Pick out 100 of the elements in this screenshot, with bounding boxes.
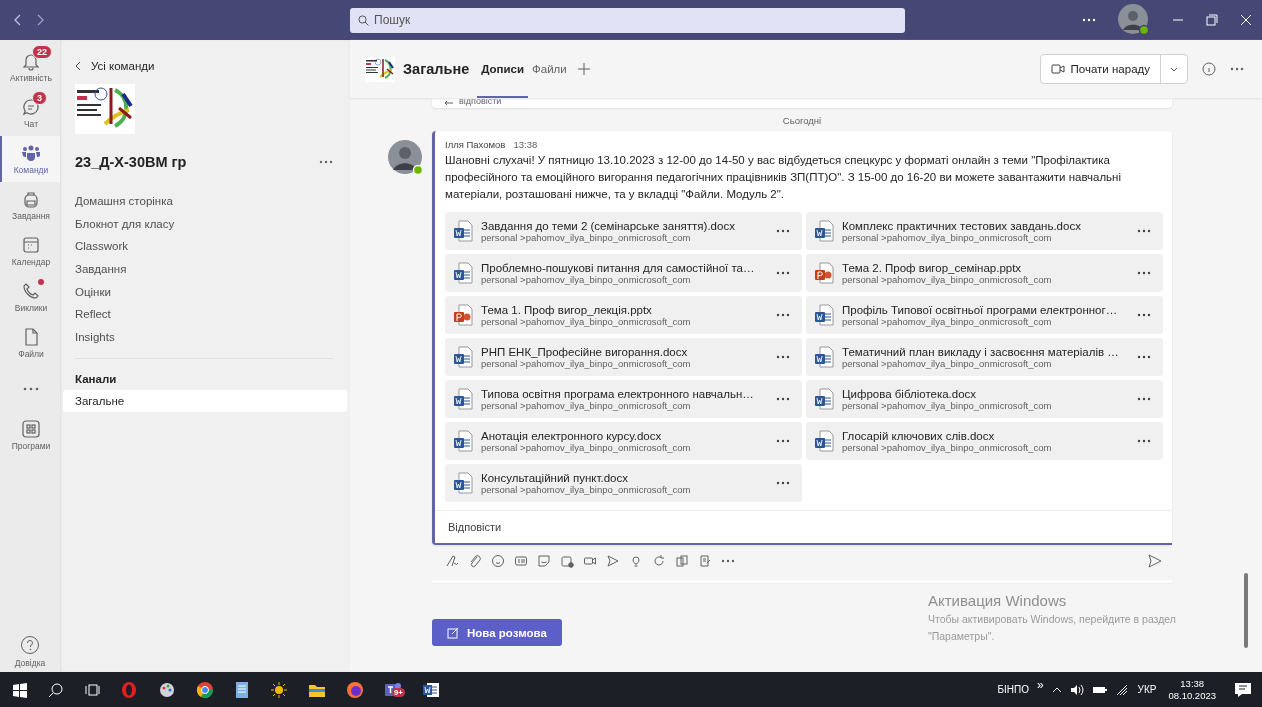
chevron-icon[interactable] [1051,685,1062,694]
wifi-icon[interactable] [1115,683,1130,696]
nav-link[interactable]: Reflect [75,303,111,327]
file-attachment[interactable]: Типова освітня програма електронного навчальн… personal >pahomov_ilya_binpo_onmicrosoft_com [445,380,802,418]
team-logo [365,56,395,82]
document-icon [453,346,473,368]
more-icon[interactable] [1137,271,1151,275]
file-attachment[interactable]: Комплекс практичних тестових завдань.docx personal >pahomov_ilya_binpo_onmicrosoft_com [806,212,1163,250]
file-attachment[interactable]: Консультаційний пункт.docx personal >pahomov_ilya_binpo_onmicrosoft_com [445,464,802,502]
calendar-icon[interactable] [560,554,574,568]
reply-button[interactable]: Відповісти [435,510,1172,545]
more-icon[interactable] [776,271,790,275]
nav-link[interactable]: Завдання [75,258,127,281]
emoji-icon[interactable] [491,554,505,568]
nav-link[interactable]: Блокнот для класу [75,212,175,236]
video-icon[interactable] [583,554,597,568]
more-icon[interactable] [776,439,790,443]
apps-icon[interactable] [675,554,689,568]
speaker-icon[interactable] [1069,683,1084,696]
notepad-icon[interactable] [234,680,250,699]
sun-icon[interactable] [270,680,288,699]
channel-item[interactable]: Загальне [63,389,347,412]
more-icon[interactable] [776,313,790,317]
close-icon[interactable] [1240,14,1252,26]
rail-item[interactable]: Виклики [0,274,60,320]
file-name: РНП ЕНК_Професійне вигорання.docx [481,345,689,358]
browser-icon[interactable] [196,680,214,699]
more-icon[interactable] [1137,397,1151,401]
battery-icon[interactable] [1091,684,1108,695]
document-app-icon[interactable] [422,680,440,699]
new-conversation-button[interactable]: Нова розмова [432,619,562,646]
forward-icon[interactable] [36,14,44,26]
search-icon[interactable] [48,681,64,698]
more-icon[interactable] [721,559,735,563]
sticker-icon[interactable] [537,554,551,568]
loop-icon[interactable] [652,554,666,568]
more-icon[interactable] [1137,439,1151,443]
search-field[interactable]: Пошук [350,7,905,33]
note-icon[interactable] [698,554,712,568]
more-icon[interactable] [1137,313,1151,317]
overflow-button[interactable]: » [1036,677,1044,692]
back-icon[interactable] [14,14,22,26]
back-link[interactable]: Усі команди [63,60,155,72]
start-icon[interactable] [12,681,28,698]
reply-link[interactable]: відповісти [459,96,502,106]
rail-item[interactable]: Команди [0,136,60,182]
presentation-icon [814,262,834,284]
section-heading: Канали [74,371,118,385]
reply-icon [444,100,454,106]
nav-link[interactable]: Insights [75,326,115,349]
avatar[interactable] [1118,4,1150,36]
more-icon[interactable] [1137,355,1151,359]
format-icon[interactable] [445,554,459,568]
rail-item[interactable]: Програми [0,412,60,458]
avatar[interactable] [388,140,424,176]
arrow-icon[interactable] [606,554,620,568]
task-view-icon[interactable] [84,681,100,698]
rail-item[interactable]: Завдання [0,182,60,228]
file-attachment[interactable]: Тема 2. Проф вигор_семінар.pptx personal >pahomov_ilya_binpo_onmicrosoft_com [806,254,1163,292]
more-icon[interactable] [776,481,790,485]
file-attachment[interactable]: Цифрова бібліотека.docx personal >pahomov_ilya_binpo_onmicrosoft_com [806,380,1163,418]
more-icon[interactable] [1137,229,1151,233]
file-attachment[interactable]: Анотація електронного курсу.docx personal >pahomov_ilya_binpo_onmicrosoft_com [445,422,802,460]
praise-icon[interactable] [629,554,643,568]
restore-icon[interactable] [1206,14,1218,26]
browser-icon[interactable] [346,680,364,699]
more-icon[interactable] [1082,18,1096,22]
help-icon[interactable] [20,635,40,655]
clock[interactable]: 13:38 08.10.2023 [1168,677,1216,702]
attach-icon[interactable] [468,554,482,568]
send-icon[interactable] [1148,554,1162,568]
tab[interactable]: Файли [528,40,571,98]
nav-link[interactable]: Classwork [75,235,129,259]
file-path: personal >pahomov_ilya_binpo_onmicrosoft_com [842,231,1052,243]
file-attachment[interactable]: Проблемно-пошукові питання для самостійної та… personal >pahomov_ilya_binpo_onmicrosoft_com [445,254,802,292]
rail-item[interactable]: Файли [0,320,60,366]
more-icon[interactable] [776,397,790,401]
gif-icon[interactable] [514,554,528,568]
more-icon[interactable] [23,387,39,391]
palette-icon[interactable] [158,680,176,699]
nav-link[interactable]: Домашня сторінка [75,190,173,213]
file-attachment[interactable]: РНП ЕНК_Професійне вигорання.docx personal >pahomov_ilya_binpo_onmicrosoft_com [445,338,802,376]
more-icon[interactable] [776,355,790,359]
file-attachment[interactable]: Глосарій ключових слів.docx personal >pahomov_ilya_binpo_onmicrosoft_com [806,422,1163,460]
more-icon[interactable] [1230,67,1244,71]
rail-item[interactable]: 3 Чат [0,90,60,136]
document-icon [453,472,473,494]
file-attachment[interactable]: Профіль Типової освітньої програми електронног… personal >pahomov_ilya_binpo_onmicrosoft_com [806,296,1163,334]
nav-link[interactable]: Оцінки [75,280,111,304]
file-attachment[interactable]: Тематичний план викладу і засвоєння матеріалів … personal >pahomov_ilya_binpo_onmicrosoft_com [806,338,1163,376]
notification-badge: 22 [32,45,52,59]
info-icon[interactable] [1202,62,1216,76]
file-attachment[interactable]: Тема 1. Проф вигор_лекція.pptx personal >pahomov_ilya_binpo_onmicrosoft_com [445,296,802,334]
rail-item[interactable]: 22 Активність [0,44,60,90]
file-attachment[interactable]: Завдання до теми 2 (семінарське заняття).docx personal >pahomov_ilya_binpo_onmicrosoft_com [445,212,802,250]
more-icon[interactable] [319,160,333,164]
notifications-icon[interactable] [1234,681,1252,698]
more-icon[interactable] [776,229,790,233]
language-indicator[interactable]: УКР [1137,684,1157,695]
rail-item[interactable]: Календар [0,228,60,274]
